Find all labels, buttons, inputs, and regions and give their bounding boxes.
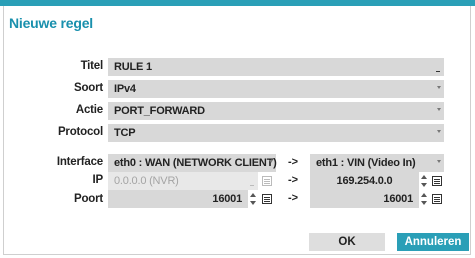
spin-up-icon[interactable] [421,175,427,179]
chevron-down-icon [437,130,441,133]
chevron-down-icon [437,86,441,89]
dest-interface-value: eth1 : VIN (Video In) [316,157,416,169]
soort-value: IPv4 [114,83,136,95]
dest-port-spinner[interactable] [421,190,428,208]
cancel-button[interactable]: Annuleren [397,233,469,251]
dest-ip-input[interactable]: 169.254.0.0 [310,172,419,190]
keyboard-icon[interactable] [262,194,272,204]
dest-port-value: 16001 [383,193,413,205]
label-ip: IP [92,174,104,186]
dest-ip-spinner[interactable] [421,172,428,190]
label-soort: Soort [73,82,103,94]
label-titel: Titel [80,60,104,72]
label-poort: Poort [73,193,103,205]
ok-button[interactable]: OK [309,233,385,251]
titel-input[interactable]: RULE 1 [108,58,444,76]
spin-down-icon[interactable] [250,201,256,205]
source-port-input[interactable]: 16001 [108,190,248,208]
source-ip-value: 0.0.0.0 (NVR) [114,175,179,187]
source-port-value: 16001 [212,193,242,205]
source-port-spinner[interactable] [250,190,257,208]
arrow-port: -> [288,192,299,204]
chevron-down-icon [437,108,441,111]
keyboard-icon[interactable] [432,176,442,186]
spin-up-icon[interactable] [250,193,256,197]
chevron-down-icon [437,160,441,163]
keyboard-icon[interactable] [432,194,442,204]
spin-down-icon[interactable] [421,183,427,187]
source-interface-select[interactable]: eth0 : WAN (NETWORK CLIENT) [108,154,277,172]
soort-select[interactable]: IPv4 [108,80,444,98]
keyboard-icon [262,176,272,186]
actie-value: PORT_FORWARD [114,105,205,117]
label-protocol: Protocol [57,126,103,138]
arrow-interface: -> [288,156,299,168]
dest-interface-select[interactable]: eth1 : VIN (Video In) [310,154,444,172]
clear-icon [436,71,440,72]
source-ip-input: 0.0.0.0 (NVR) [108,172,258,190]
spin-down-icon[interactable] [421,201,427,205]
spin-up-icon[interactable] [421,193,427,197]
label-actie: Actie [75,104,103,116]
source-interface-value: eth0 : WAN (NETWORK CLIENT) [114,157,277,169]
arrow-ip: -> [288,174,299,186]
titel-value: RULE 1 [114,61,152,73]
actie-select[interactable]: PORT_FORWARD [108,102,444,120]
dest-ip-value: 169.254.0.0 [336,175,393,187]
chevron-down-icon [269,160,273,163]
label-interface: Interface [56,156,103,168]
clear-icon [250,185,254,186]
dest-port-input[interactable]: 16001 [310,190,419,208]
protocol-select[interactable]: TCP [108,124,444,142]
protocol-value: TCP [114,127,136,139]
dialog-title: Nieuwe regel [9,15,93,31]
